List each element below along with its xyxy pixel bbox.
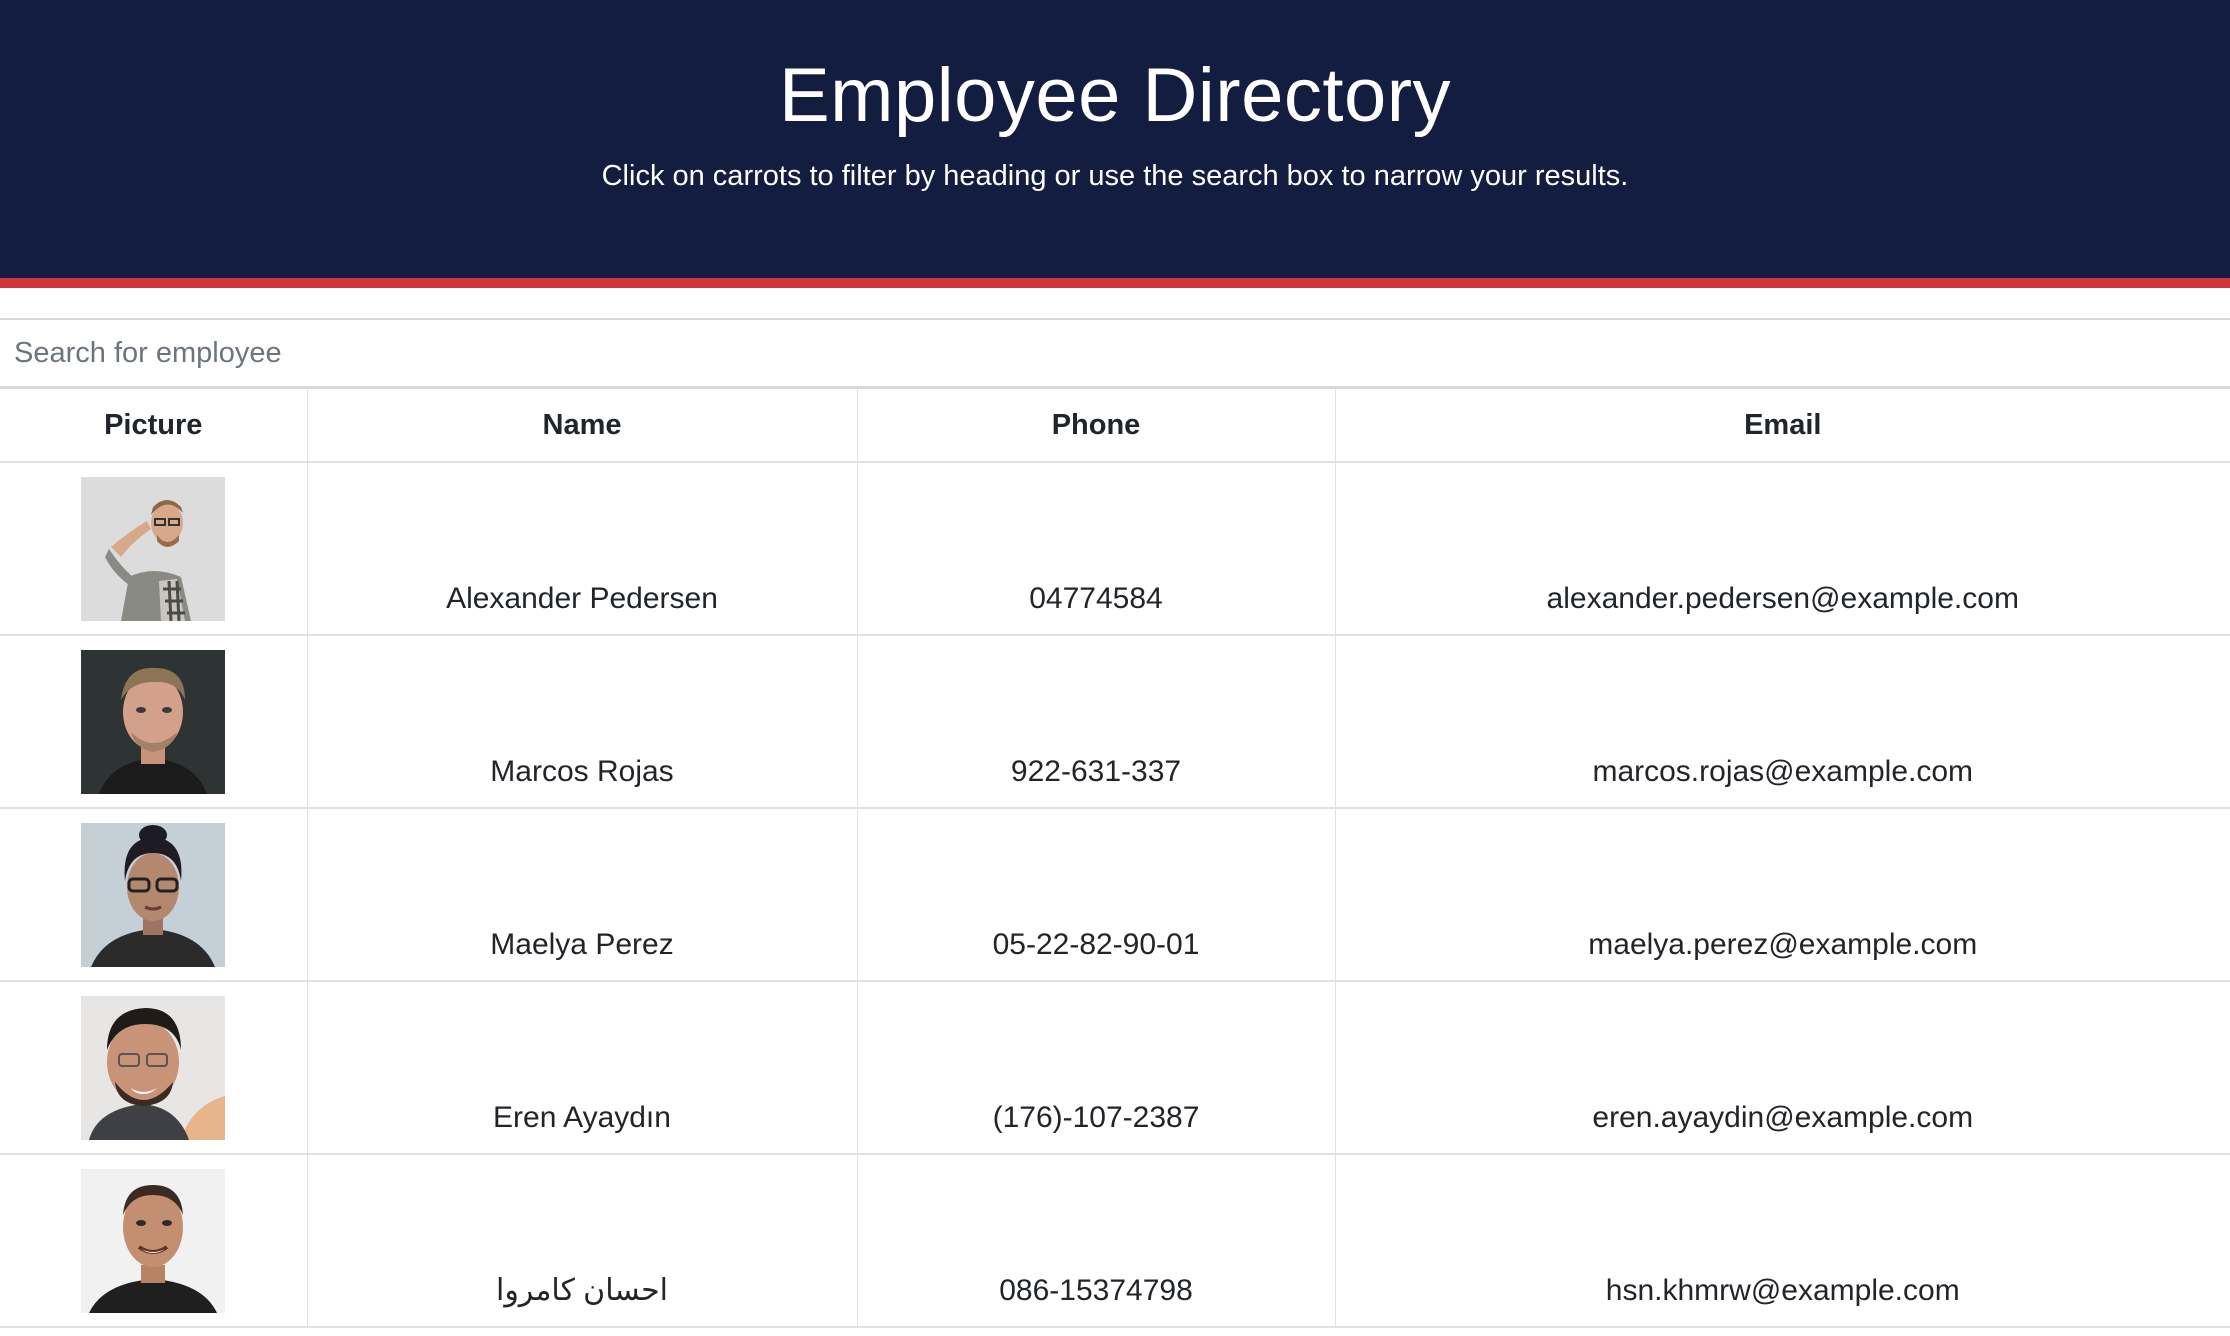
column-header-phone[interactable]: Phone [857, 389, 1336, 463]
employee-name: Alexander Pedersen [307, 462, 858, 636]
table-row: Alexander Pedersen 04774584 alexander.pe… [0, 462, 2230, 636]
employee-phone: (176)-107-2387 [857, 981, 1336, 1155]
employee-photo [81, 477, 226, 621]
employee-photo [81, 996, 226, 1140]
employee-phone: 086-15374798 [857, 1154, 1336, 1328]
column-header-picture[interactable]: Picture [0, 389, 308, 463]
employee-photo [81, 823, 226, 967]
table-row: احسان کامروا 086-15374798 hsn.khmrw@exam… [0, 1154, 2230, 1328]
employee-name: Marcos Rojas [307, 635, 858, 809]
table-header-row: Picture Name Phone Email [0, 389, 2230, 463]
picture-cell [0, 981, 308, 1155]
employee-phone: 922-631-337 [857, 635, 1336, 809]
employee-table: Picture Name Phone Email Alexander Peder… [0, 389, 2230, 1328]
employee-email: eren.ayaydin@example.com [1335, 981, 2230, 1155]
page-subtitle: Click on carrots to filter by heading or… [601, 160, 1629, 192]
employee-name: Eren Ayaydın [307, 981, 858, 1155]
employee-email: alexander.pedersen@example.com [1335, 462, 2230, 636]
employee-photo [81, 1169, 226, 1313]
employee-name: Maelya Perez [307, 808, 858, 982]
employee-phone: 05-22-82-90-01 [857, 808, 1336, 982]
column-header-email[interactable]: Email [1335, 389, 2230, 463]
picture-cell [0, 1154, 308, 1328]
page-header: Employee Directory Click on carrots to f… [0, 0, 2230, 288]
column-header-name[interactable]: Name [307, 389, 858, 463]
picture-cell [0, 808, 308, 982]
employee-name: احسان کامروا [307, 1154, 858, 1328]
table-row: Eren Ayaydın (176)-107-2387 eren.ayaydin… [0, 981, 2230, 1155]
employee-photo [81, 650, 226, 794]
employee-email: marcos.rojas@example.com [1335, 635, 2230, 809]
page-title: Employee Directory [778, 53, 1452, 138]
search-bar [0, 318, 2230, 389]
table-row: Marcos Rojas 922-631-337 marcos.rojas@ex… [0, 635, 2230, 809]
picture-cell [0, 462, 308, 636]
table-row: Maelya Perez 05-22-82-90-01 maelya.perez… [0, 808, 2230, 982]
employee-email: hsn.khmrw@example.com [1335, 1154, 2230, 1328]
employee-email: maelya.perez@example.com [1335, 808, 2230, 982]
search-input[interactable] [0, 320, 2230, 386]
picture-cell [0, 635, 308, 809]
employee-phone: 04774584 [857, 462, 1336, 636]
